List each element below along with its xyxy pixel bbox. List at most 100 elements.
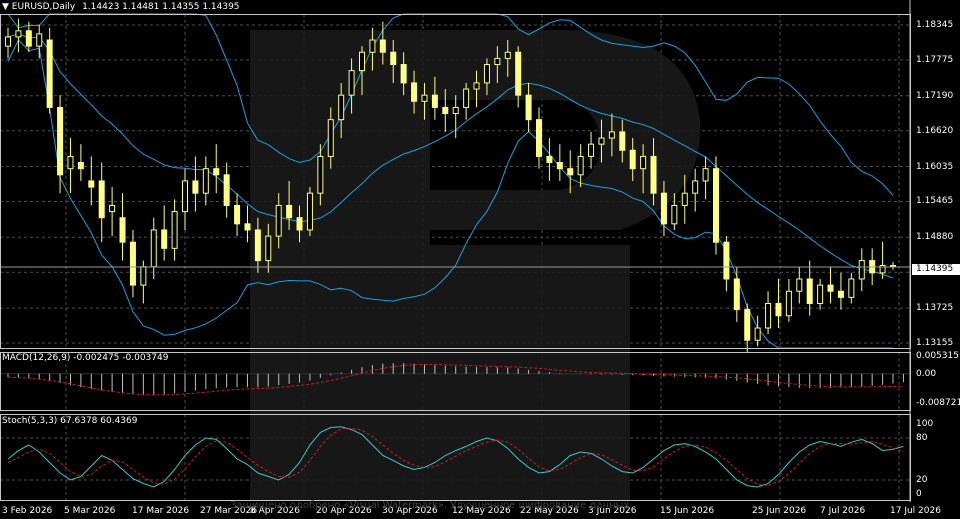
candle-body [754,327,761,341]
candle-body [171,211,178,249]
candle-body [629,149,636,170]
dropdown-triangle-icon[interactable]: ▼ [2,2,9,12]
candle-body [57,106,64,176]
candle-body [671,204,678,225]
candle-body [660,192,667,225]
candle-body [588,143,595,157]
current-price-label: 1.14395 [912,264,960,275]
main-chart-title: ▼ EURUSD,Daily 1.14423 1.14481 1.14355 1… [2,2,240,12]
candle-body [515,51,522,96]
price-tick-label: 1.16035 [916,161,954,172]
watermark-logo [250,30,701,500]
candle-body [327,119,334,157]
candle-body [5,36,11,47]
candle-body [411,82,418,102]
candle-body [837,290,844,298]
candle-body [306,192,313,231]
macd-tick-label: 0.00 [916,368,937,379]
candle-body [431,94,438,108]
candle-body [827,284,834,292]
price-tick-label: 1.13725 [916,303,954,314]
candle-body [775,302,782,317]
candle-body [504,51,511,59]
stoch-tick-label: 80 [916,433,928,443]
candle-body [359,51,365,72]
price-tick-label: 1.15465 [916,196,954,207]
candle-body [785,290,792,317]
date-tick-label: 7 Jul 2026 [820,506,866,516]
candle-body [296,217,303,231]
candle-body [234,204,241,225]
candle-body [109,204,116,213]
candle-body [244,223,251,231]
candle-body [452,106,459,115]
candle-body [400,64,407,84]
candle-body [744,309,751,341]
candle-body [150,229,157,268]
candle-body [806,278,813,304]
candle-body [67,155,74,170]
candle-body [161,229,168,249]
stoch-tick-label: 20 [916,475,928,485]
date-tick-label: 17 Jul 2026 [890,506,941,516]
stoch-tick-label: 0 [916,489,922,499]
candle-body [817,284,824,304]
candle-body [77,162,84,170]
candle-body [36,33,43,47]
candle-body [796,278,803,292]
macd-title: MACD(12,26,9) -0.002475 -0.003749 [2,353,169,363]
candle-body [536,119,542,157]
date-tick-label: 15 Jun 2026 [660,506,715,516]
candle-body [119,217,126,243]
candle-body [681,192,688,206]
candle-body [858,260,865,280]
watermark-text: Защищено одобрено «Visual Watermark». Ул… [230,500,630,511]
candle-body [598,137,605,145]
candle-body [15,30,22,38]
candle-body [848,278,855,298]
candle-body [723,241,730,280]
candle-body [286,204,293,219]
candle-body [98,180,105,219]
candle-body [213,168,220,176]
price-tick-label: 1.17775 [916,54,954,65]
candle-body [140,266,147,286]
candle-body [567,168,574,176]
candle-body [254,229,261,262]
price-tick-label: 1.16620 [916,125,954,136]
candle-body [525,94,532,121]
candle-body [88,180,95,188]
candle-body [733,278,740,311]
date-tick-label: 17 Mar 2026 [132,506,190,516]
candle-body [650,155,657,194]
candle-body [463,88,470,108]
price-tick-label: 1.18345 [916,20,954,30]
candle-body [765,302,772,329]
candle-body [713,168,719,243]
stoch-title: Stoch(5,3,3) 67.6378 60.4369 [2,416,138,426]
macd-tick-label: 0.005315 [916,351,959,361]
candle-body [275,204,282,237]
chart-canvas [0,0,911,502]
candle-body [379,39,386,53]
price-tick-label: 1.17190 [916,90,954,101]
date-tick-label: 25 Jun 2026 [752,506,807,516]
candle-body [348,70,355,96]
stoch-tick-label: 100 [916,419,934,429]
macd-tick-label: -0.008721 [916,398,960,408]
date-tick-label: 5 Mar 2026 [64,506,116,516]
price-tick-label: 1.14880 [916,232,954,243]
candle-body [182,180,188,213]
date-tick-label: 3 Feb 2026 [2,506,53,516]
candle-body [556,162,563,170]
ohlc-values: 1.14423 1.14481 1.14355 1.14395 [82,2,240,12]
candle-body [619,131,626,151]
chart-window: { "main": { "title": "EURUSD,Daily", "oh… [0,0,960,519]
candle-body [473,82,480,90]
candle-body [702,168,709,182]
candle-body [640,155,647,170]
candle-body [192,180,199,194]
candle-body [577,155,584,176]
symbol-timeframe: EURUSD,Daily [11,2,76,12]
candle-body [494,57,501,66]
